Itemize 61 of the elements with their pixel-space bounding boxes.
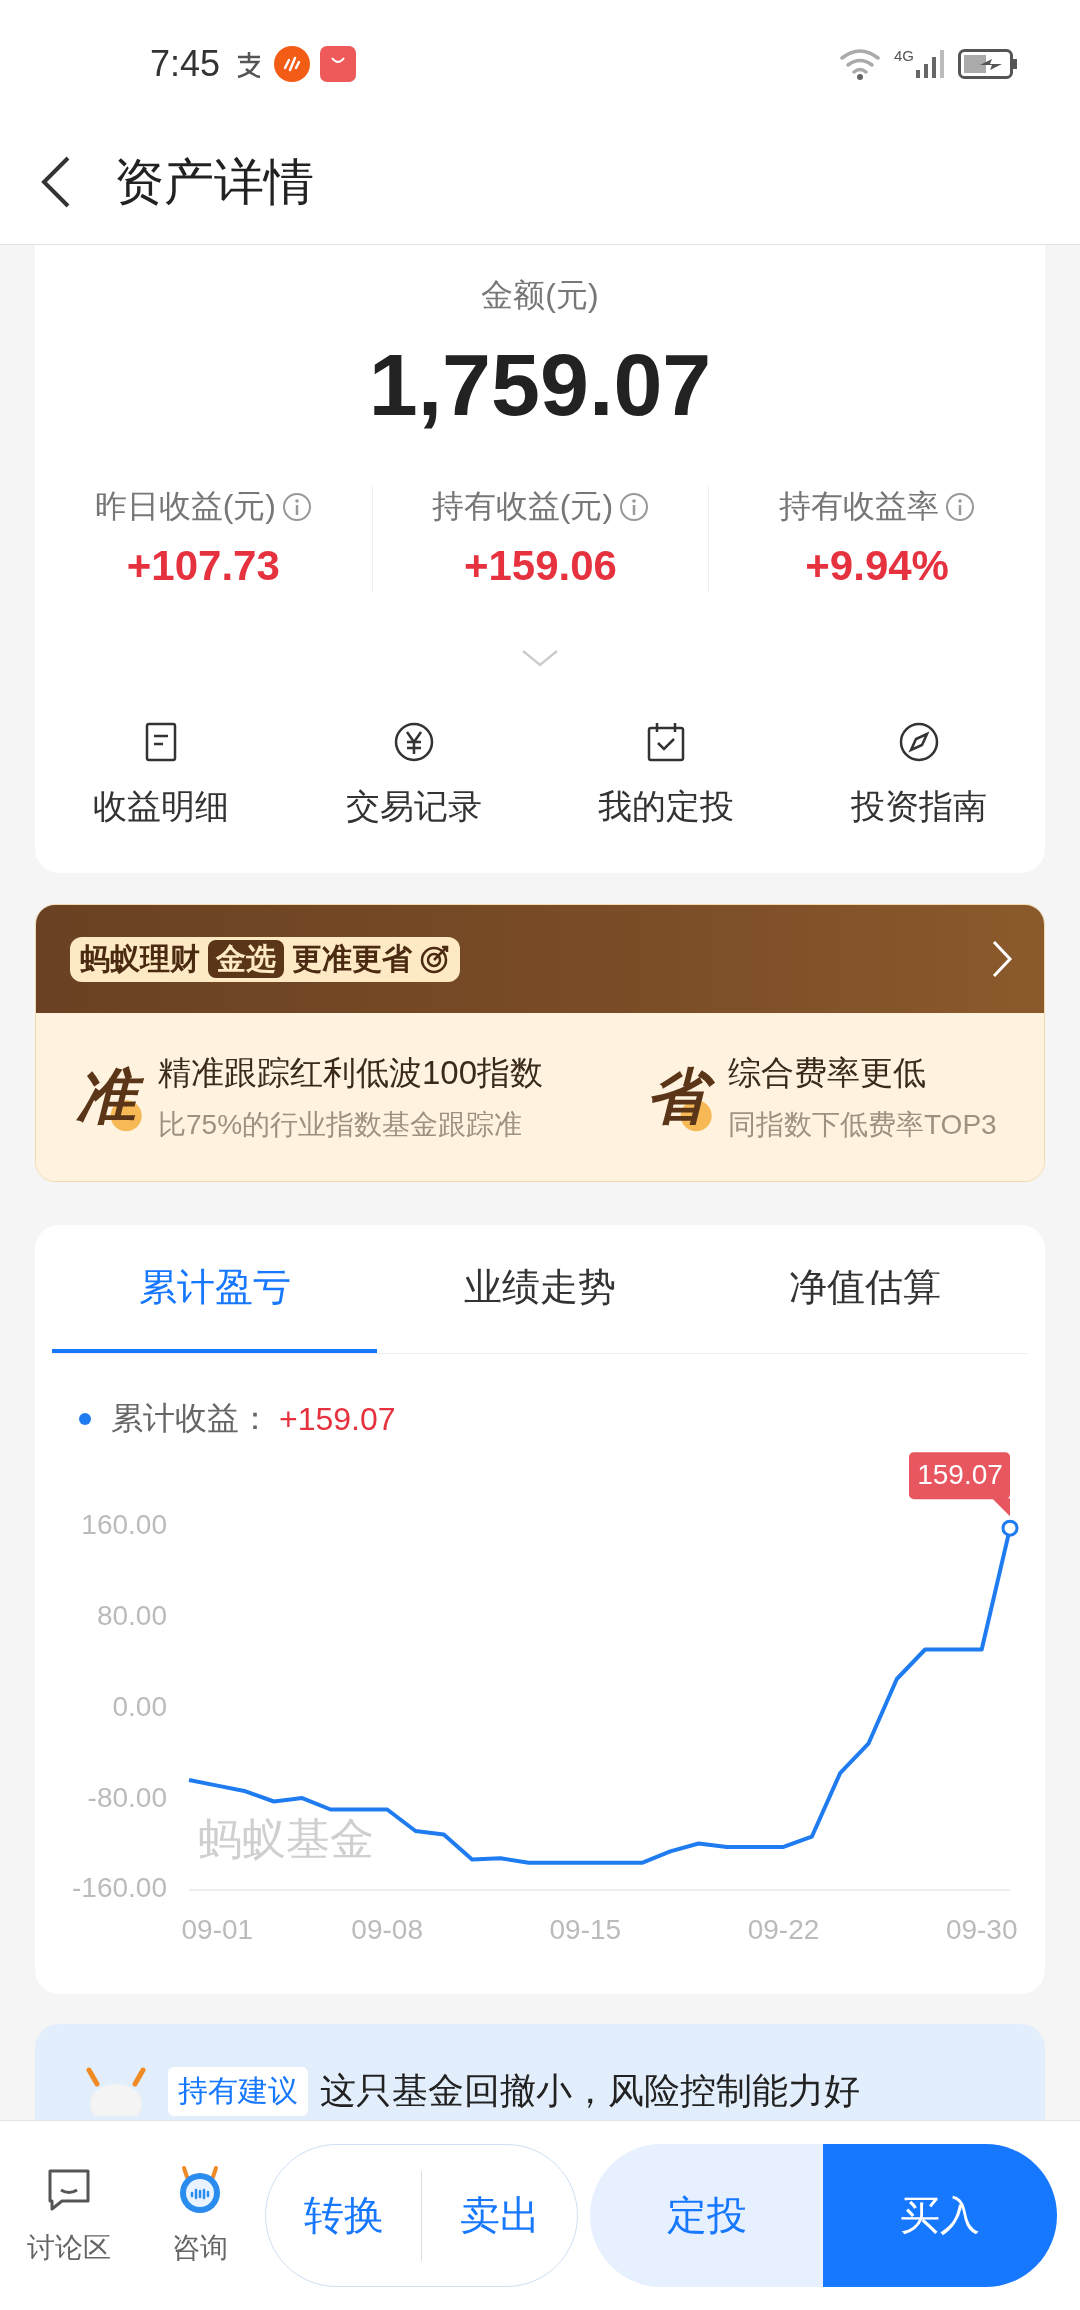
stat-value: +159.06 (464, 541, 617, 591)
legend-label: 累计收益： (111, 1399, 271, 1438)
x-axis-label: 09-30 (945, 1914, 1018, 1946)
value-tooltip: 159.07 (909, 1452, 1010, 1517)
y-axis-label: -80.00 (87, 1781, 167, 1813)
bottom-link[interactable]: 讨论区 (14, 2164, 124, 2267)
feature-subtitle: 比75%的行业指数基金跟踪准 (158, 1107, 524, 1142)
y-axis-label: 0.00 (112, 1690, 167, 1722)
suggestion-card[interactable]: 持有建议 这只基金回撤小，风险控制能力好 (35, 2024, 1045, 2120)
x-axis-label: 09-01 (181, 1914, 254, 1946)
wifi-icon (838, 46, 882, 82)
action-button[interactable]: 转换 (266, 2145, 421, 2286)
feature-title: 综合费率更低 (728, 1052, 927, 1093)
slogan-text: 更准更省 (292, 940, 412, 977)
suggestion-tag: 持有建议 (168, 2066, 308, 2116)
brand-name: 蚂蚁理财 (80, 940, 200, 977)
yen-icon (392, 721, 435, 763)
info-icon[interactable] (945, 492, 976, 522)
stat-value: +107.73 (126, 541, 280, 591)
amount-value: 1,759.07 (368, 335, 712, 435)
data-point (1001, 1519, 1019, 1537)
stat-label: 昨日收益(元) (94, 487, 276, 526)
x-axis-label: 09-15 (549, 1914, 622, 1946)
action-item[interactable]: 投资指南 (792, 721, 1045, 829)
info-icon[interactable] (619, 492, 650, 522)
feature-title: 精准跟踪红利低波100指数 (158, 1052, 544, 1093)
y-axis-label: 160.00 (81, 1509, 167, 1541)
compass-icon (897, 721, 940, 763)
action-item[interactable]: 我的定投 (540, 721, 793, 829)
plan-button[interactable]: 定投 (590, 2144, 823, 2287)
amount-label: 金额(元) (481, 276, 599, 315)
action-item[interactable]: 交易记录 (287, 721, 540, 829)
battery-icon (958, 49, 1020, 79)
action-button[interactable]: 卖出 (422, 2145, 577, 2286)
network-label: 4G (894, 48, 914, 64)
chart-tab[interactable]: 业绩走势 (377, 1225, 703, 1353)
page-title: 资产详情 (114, 152, 314, 212)
signal-icon (914, 48, 946, 80)
stat-label: 持有收益(元) (431, 487, 614, 526)
legend-dot (79, 1413, 91, 1425)
app-store-icon (320, 46, 357, 82)
x-axis-label: 09-08 (351, 1914, 423, 1946)
bottom-link[interactable]: 咨询 (145, 2164, 255, 2267)
info-icon[interactable] (282, 492, 312, 522)
suggestion-text: 这只基金回撤小，风险控制能力好 (320, 2068, 860, 2113)
status-time: 7:45 (150, 43, 221, 85)
feature-subtitle: 同指数下低费率TOP3 (728, 1107, 997, 1142)
chart-tab[interactable]: 累计盈亏 (52, 1225, 378, 1353)
y-axis-label: 80.00 (96, 1600, 167, 1632)
buy-button[interactable]: 买入 (823, 2144, 1057, 2287)
y-axis-label: -160.00 (72, 1872, 167, 1904)
action-item[interactable]: 收益明细 (35, 721, 288, 829)
stat-label: 持有收益率 (779, 487, 940, 526)
chevron-right-icon[interactable] (990, 939, 1014, 979)
selection-badge: 金选 (208, 940, 284, 978)
target-icon (420, 944, 450, 974)
music-app-icon (274, 46, 311, 82)
stat-value: +9.94% (805, 541, 949, 591)
x-axis-label: 09-22 (747, 1914, 820, 1946)
chart-tab[interactable]: 净值估算 (702, 1225, 1028, 1353)
legend-value: +159.07 (279, 1400, 396, 1438)
